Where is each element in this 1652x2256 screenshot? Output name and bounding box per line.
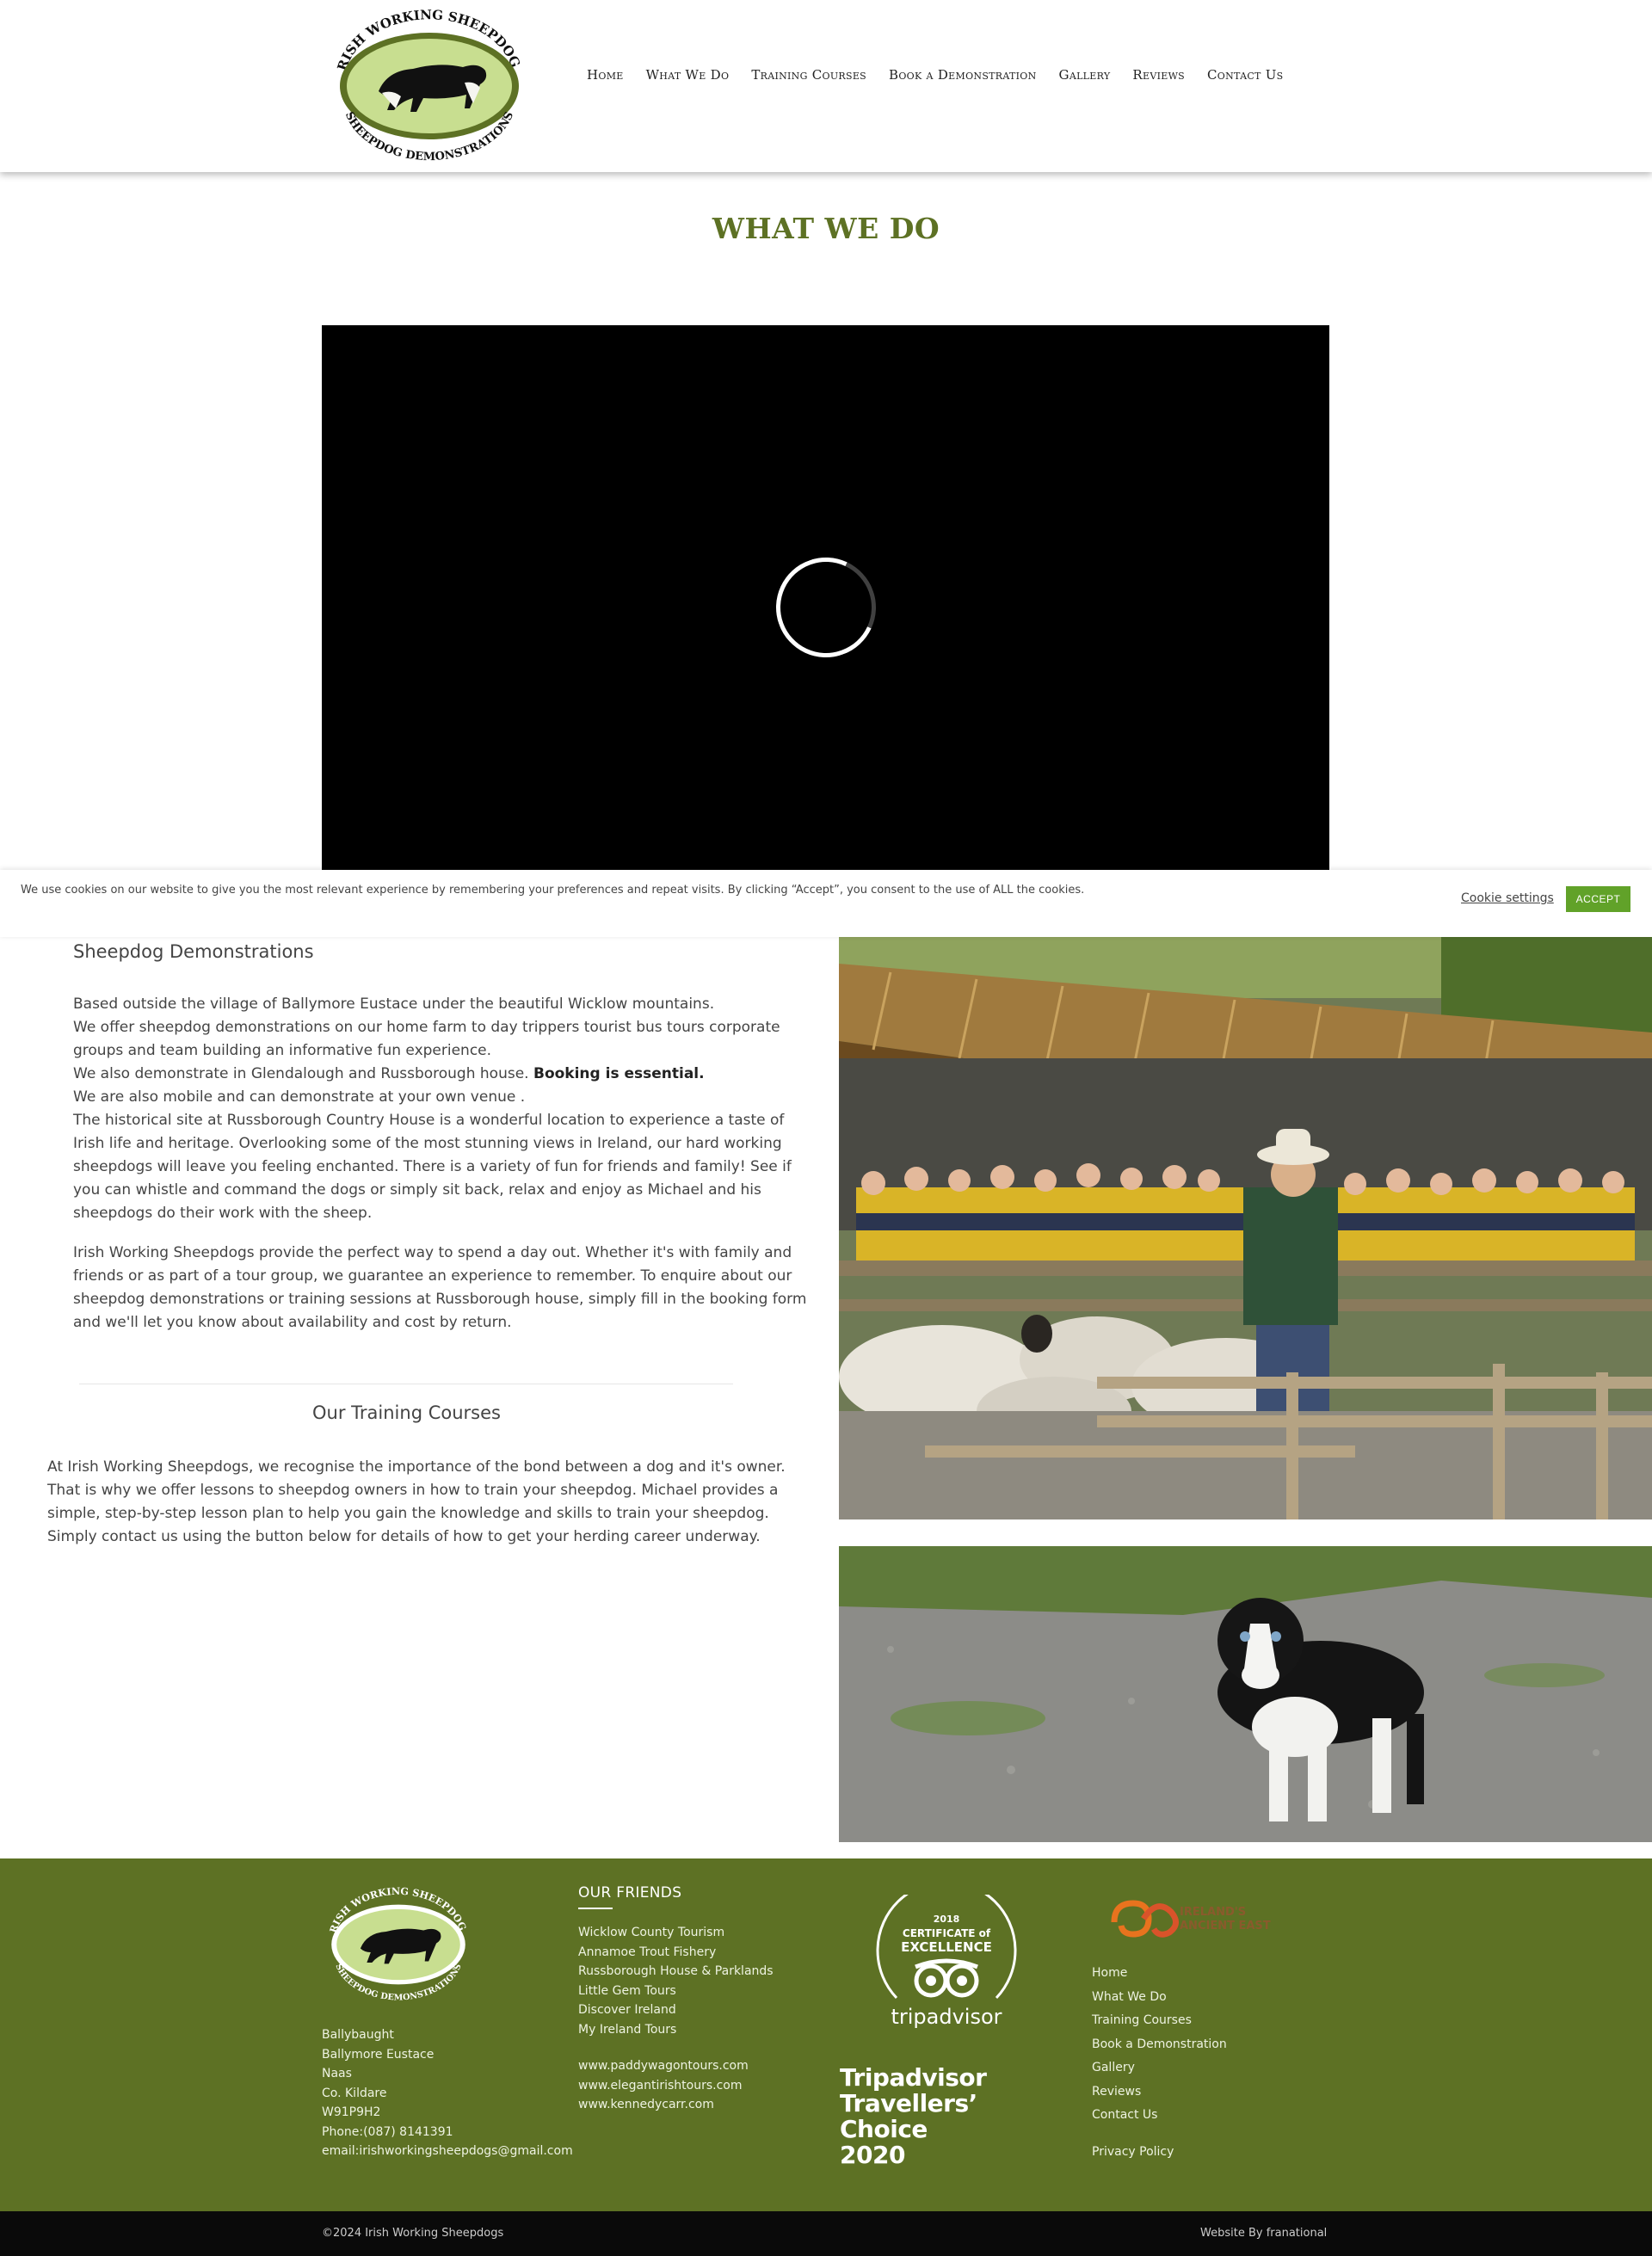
nav-home[interactable]: Home <box>587 67 624 83</box>
privacy-policy-link[interactable]: Privacy Policy <box>1092 2141 1227 2165</box>
tripadvisor-line1: CERTIFICATE of <box>903 1927 991 1939</box>
demo-line-3: We also demonstrate in Glendalough and R… <box>73 1063 809 1086</box>
friend-link[interactable]: Russborough House & Parklands <box>578 1962 774 1982</box>
tripadvisor-brand: tripadvisor <box>891 2005 1002 2029</box>
demonstration-photo <box>839 929 1652 1519</box>
award-line: Choice <box>840 2115 928 2143</box>
friend-site-link[interactable]: www.paddywagontours.com <box>578 2056 774 2076</box>
friend-link[interactable]: My Ireland Tours <box>578 2020 774 2040</box>
phone-number[interactable]: Phone:(087) 8141391 <box>322 2123 573 2142</box>
friend-site-link[interactable]: www.elegantirishtours.com <box>578 2076 774 2096</box>
site-header: IRISH WORKING SHEEPDOGS SHEEPDOG DEMONST… <box>0 0 1652 172</box>
copyright-text: ©2024 Irish Working Sheepdogs <box>322 2227 504 2240</box>
footer-address: Ballybaught Ballymore Eustace Naas Co. K… <box>322 2025 573 2161</box>
email-address[interactable]: email:irishworkingsheepdogs@gmail.com <box>322 2142 573 2161</box>
address-line: W91P9H2 <box>322 2105 381 2119</box>
website-credit-link[interactable]: Website By franational <box>1200 2227 1327 2240</box>
video-player[interactable] <box>322 325 1329 870</box>
award-line: Tripadvisor <box>840 2063 987 2092</box>
irelands-ancient-east-logo[interactable]: IRELAND'S ANCIENT EAST <box>1106 1888 1286 1948</box>
nav-book-a-demonstration[interactable]: Book a Demonstration <box>889 67 1037 83</box>
cookie-banner: We use cookies on our website to give yo… <box>0 870 1652 937</box>
friends-list: Wicklow County Tourism Annamoe Trout Fis… <box>578 1923 774 2115</box>
friend-link[interactable]: Wicklow County Tourism <box>578 1923 774 1943</box>
address-line: Ballybaught <box>322 2028 394 2042</box>
footer-nav-contact-us[interactable]: Contact Us <box>1092 2104 1227 2128</box>
address-line: Ballymore Eustace <box>322 2047 435 2062</box>
ancient-east-line1: IRELAND'S <box>1180 1906 1246 1919</box>
address-line: Co. Kildare <box>322 2086 387 2100</box>
bottom-bar: ©2024 Irish Working Sheepdogs Website By… <box>0 2211 1652 2256</box>
demonstrations-heading: Sheepdog Demonstrations <box>73 941 314 962</box>
nav-gallery[interactable]: Gallery <box>1059 67 1111 83</box>
friend-link[interactable]: Little Gem Tours <box>578 1982 774 2001</box>
demonstrations-text: Based outside the village of Ballymore E… <box>73 993 809 1225</box>
footer-nav-gallery[interactable]: Gallery <box>1092 2056 1227 2080</box>
demo-line-3-text: We also demonstrate in Glendalough and R… <box>73 1065 533 1082</box>
nav-training-courses[interactable]: Training Courses <box>751 67 866 83</box>
nav-reviews[interactable]: Reviews <box>1132 67 1185 83</box>
demo-line-1: Based outside the village of Ballymore E… <box>73 995 715 1013</box>
training-text: At Irish Working Sheepdogs, we recognise… <box>47 1458 786 1545</box>
page-title: WHAT WE DO <box>712 212 940 245</box>
address-line: Naas <box>322 2067 352 2080</box>
training-heading: Our Training Courses <box>312 1402 501 1423</box>
cookie-accept-button[interactable]: ACCEPT <box>1566 886 1630 912</box>
footer-nav-home[interactable]: Home <box>1092 1962 1227 1986</box>
ancient-east-line2: ANCIENT EAST <box>1180 1920 1271 1932</box>
nav-what-we-do[interactable]: What We Do <box>646 67 730 83</box>
award-line: Travellers’ <box>840 2089 977 2117</box>
footer-nav: Home What We Do Training Courses Book a … <box>1092 1962 1227 2164</box>
cookie-settings-link[interactable]: Cookie settings <box>1461 891 1554 905</box>
booking-essential-text: Booking is essential. <box>533 1065 705 1082</box>
puppy-photo <box>839 1546 1652 1842</box>
demo-line-5: The historical site at Russborough Count… <box>73 1112 792 1222</box>
tripadvisor-line2: EXCELLENCE <box>901 1939 992 1955</box>
friends-heading: OUR FRIENDS <box>578 1884 682 1902</box>
loading-spinner-icon <box>761 543 891 672</box>
travellers-choice-award: Tripadvisor Travellers’ Choice 2020 <box>840 2063 987 2169</box>
friend-site-link[interactable]: www.kennedycarr.com <box>578 2095 774 2115</box>
demonstrations-para-2: Irish Working Sheepdogs provide the perf… <box>73 1244 807 1331</box>
footer-nav-what-we-do[interactable]: What We Do <box>1092 1986 1227 2010</box>
demo-line-4: We are also mobile and can demonstrate a… <box>73 1088 526 1106</box>
site-logo[interactable]: IRISH WORKING SHEEPDOGS SHEEPDOG DEMONST… <box>327 7 532 165</box>
nav-contact-us[interactable]: Contact Us <box>1207 67 1284 83</box>
tripadvisor-year: 2018 <box>934 1914 960 1925</box>
site-footer: IRISH WORKING SHEEPDOGS SHEEPDOG DEMONST… <box>0 1858 1652 2211</box>
friends-heading-underline <box>578 1908 613 1909</box>
footer-nav-reviews[interactable]: Reviews <box>1092 2080 1227 2105</box>
footer-logo[interactable]: IRISH WORKING SHEEPDOGS SHEEPDOG DEMONST… <box>322 1884 475 2005</box>
footer-nav-book-a-demonstration[interactable]: Book a Demonstration <box>1092 2033 1227 2057</box>
tripadvisor-certificate-badge[interactable]: 2018 CERTIFICATE of EXCELLENCE tripadvis… <box>871 1895 1022 2032</box>
friend-link[interactable]: Discover Ireland <box>578 2000 774 2020</box>
main-nav: Home What We Do Training Courses Book a … <box>587 67 1284 83</box>
cookie-notice-text: We use cookies on our website to give yo… <box>21 884 1085 897</box>
footer-nav-training-courses[interactable]: Training Courses <box>1092 2009 1227 2033</box>
award-line: 2020 <box>840 2141 905 2169</box>
friend-link[interactable]: Annamoe Trout Fishery <box>578 1943 774 1963</box>
demo-line-2: We offer sheepdog demonstrations on our … <box>73 1019 780 1059</box>
